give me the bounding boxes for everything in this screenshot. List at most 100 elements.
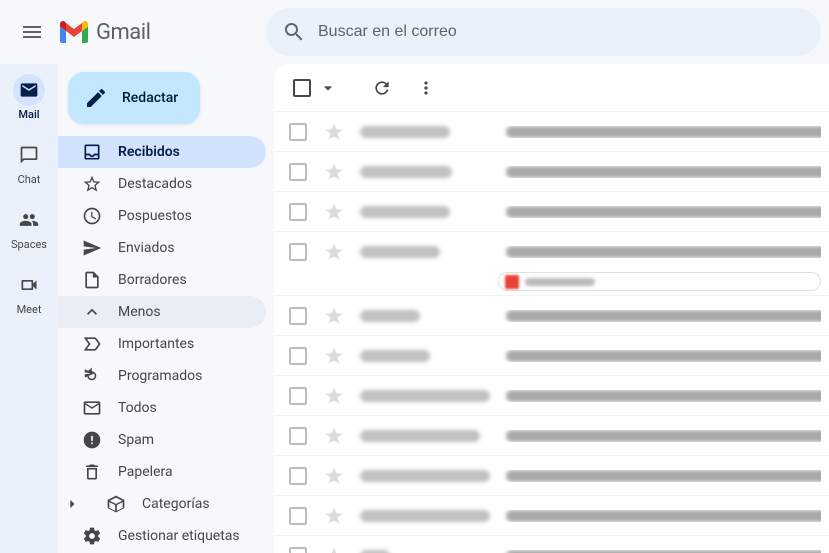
message-row[interactable] (274, 192, 829, 232)
row-subject (498, 390, 821, 402)
nav-item-snoozed[interactable]: Pospuestos (58, 200, 266, 232)
row-checkbox[interactable] (282, 540, 314, 553)
message-row[interactable] (274, 536, 829, 553)
nav-item-categories[interactable]: Categorías (58, 488, 266, 520)
row-checkbox[interactable] (282, 420, 314, 452)
categories-icon (106, 494, 126, 514)
row-subject (498, 550, 821, 553)
more-button[interactable] (406, 68, 446, 108)
allmail-icon (82, 398, 102, 418)
message-list[interactable] (274, 112, 829, 553)
pencil-icon (84, 86, 108, 110)
row-checkbox[interactable] (282, 196, 314, 228)
row-star-icon[interactable] (318, 460, 350, 492)
search-bar[interactable] (266, 8, 821, 56)
row-star-icon[interactable] (318, 540, 350, 553)
compose-button[interactable]: Redactar (68, 72, 200, 124)
row-checkbox[interactable] (282, 300, 314, 332)
row-checkbox[interactable] (282, 236, 314, 268)
select-dropdown-icon[interactable] (318, 78, 338, 98)
rail-item-chat[interactable]: Chat (3, 137, 55, 194)
row-sender (354, 510, 494, 522)
row-subject (498, 470, 821, 482)
nav-item-trash[interactable]: Papelera (58, 456, 266, 488)
message-row[interactable] (274, 152, 829, 192)
row-star-icon[interactable] (318, 420, 350, 452)
refresh-button[interactable] (362, 68, 402, 108)
nav-label: Gestionar etiquetas (118, 528, 240, 544)
chat-icon (13, 139, 45, 171)
row-checkbox[interactable] (282, 156, 314, 188)
draft-icon (82, 270, 102, 290)
rail-label: Mail (18, 108, 39, 121)
message-row[interactable] (274, 496, 829, 536)
search-icon[interactable] (274, 12, 314, 52)
row-star-icon[interactable] (318, 156, 350, 188)
message-row[interactable] (274, 416, 829, 456)
nav-item-inbox[interactable]: Recibidos (58, 136, 266, 168)
select-all-control[interactable] (286, 68, 338, 108)
row-star-icon[interactable] (318, 380, 350, 412)
row-sender (354, 470, 494, 482)
nav-label: Borradores (118, 272, 187, 288)
search-input[interactable] (314, 23, 813, 41)
app-rail: Mail Chat Spaces Meet (0, 64, 58, 553)
row-subject (498, 310, 821, 322)
rail-item-meet[interactable]: Meet (3, 267, 55, 324)
nav-item-all[interactable]: Todos (58, 392, 266, 424)
chevron-up-icon (82, 302, 102, 322)
app-header: Gmail (0, 0, 829, 64)
folder-list: RecibidosDestacadosPospuestos Enviados Bor… (58, 136, 274, 553)
clock-icon (82, 206, 102, 226)
row-star-icon[interactable] (318, 500, 350, 532)
nav-item-important[interactable]: Importantes (58, 328, 266, 360)
nav-item-spam[interactable]: Spam (58, 424, 266, 456)
row-subject (498, 126, 821, 138)
select-all-checkbox[interactable] (293, 79, 311, 97)
nav-item-manage[interactable]: Gestionar etiquetas (58, 520, 266, 552)
row-subject (498, 430, 821, 442)
row-star-icon[interactable] (318, 340, 350, 372)
nav-item-drafts[interactable]: Borradores (58, 264, 266, 296)
nav-label: Enviados (118, 240, 175, 256)
meet-icon (13, 269, 45, 301)
row-sender (354, 390, 494, 402)
spaces-icon (13, 204, 45, 236)
row-subject (498, 510, 821, 522)
gmail-logo[interactable]: Gmail (60, 20, 256, 45)
attachment-chip[interactable] (498, 272, 821, 291)
rail-item-mail[interactable]: Mail (3, 72, 55, 129)
row-sender (354, 550, 494, 553)
message-row[interactable] (274, 296, 829, 336)
sidebar: Redactar RecibidosDestacadosPospuestos En… (58, 64, 274, 553)
message-row[interactable] (274, 456, 829, 496)
message-row[interactable] (274, 112, 829, 152)
mail-icon (13, 74, 45, 106)
spam-icon (82, 430, 102, 450)
nav-item-less[interactable]: Menos (58, 296, 266, 328)
row-checkbox[interactable] (282, 116, 314, 148)
row-star-icon[interactable] (318, 196, 350, 228)
message-row[interactable] (274, 376, 829, 416)
rail-item-spaces[interactable]: Spaces (3, 202, 55, 259)
nav-label: Papelera (118, 464, 173, 480)
main-menu-button[interactable] (8, 8, 56, 56)
message-row[interactable] (274, 232, 829, 296)
gmail-logo-icon (60, 21, 88, 43)
nav-item-scheduled[interactable]: Programados (58, 360, 266, 392)
mail-toolbar (274, 64, 829, 112)
nav-item-starred[interactable]: Destacados (58, 168, 266, 200)
gmail-wordmark: Gmail (96, 20, 150, 45)
row-star-icon[interactable] (318, 236, 350, 268)
row-checkbox[interactable] (282, 460, 314, 492)
nav-item-sent[interactable]: Enviados (58, 232, 266, 264)
row-star-icon[interactable] (318, 116, 350, 148)
row-checkbox[interactable] (282, 500, 314, 532)
row-checkbox[interactable] (282, 380, 314, 412)
row-star-icon[interactable] (318, 300, 350, 332)
row-checkbox[interactable] (282, 340, 314, 372)
row-subject (498, 206, 821, 218)
message-row[interactable] (274, 336, 829, 376)
star-icon (82, 174, 102, 194)
nav-label: Importantes (118, 336, 194, 352)
